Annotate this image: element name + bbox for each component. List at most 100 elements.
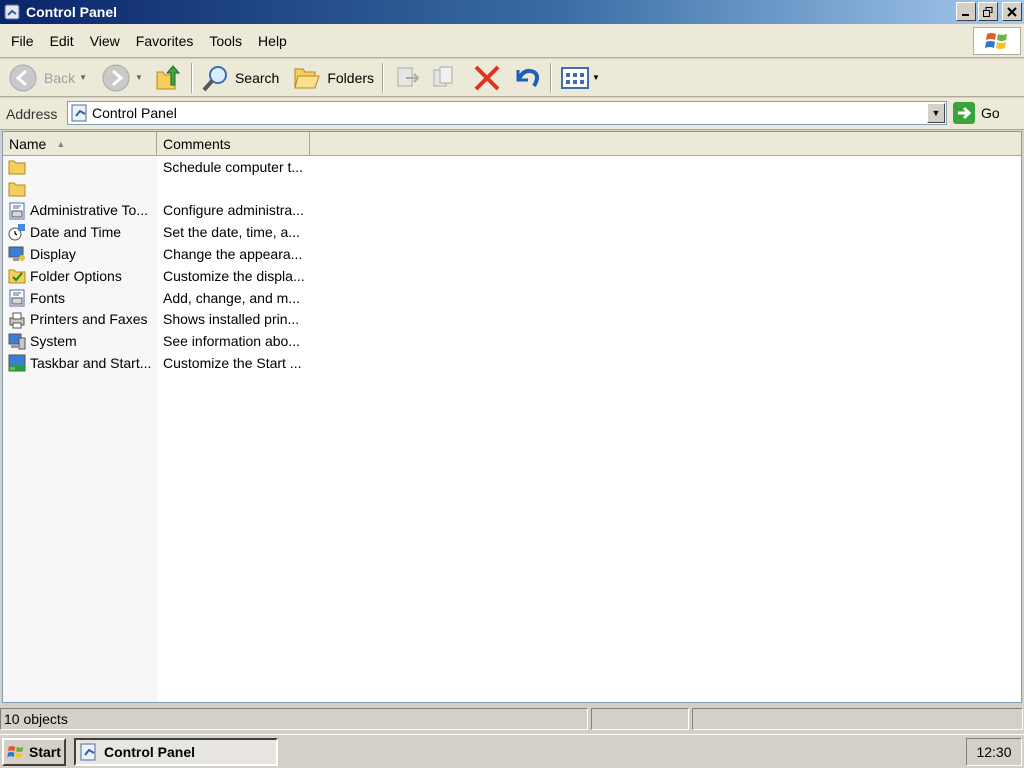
item-comment: Customize the displa...: [163, 267, 305, 284]
column-headers: Name ▲ Comments: [3, 132, 1021, 156]
list-item[interactable]: Date and Time Set the date, time, a...: [3, 221, 1021, 243]
views-dropdown-icon[interactable]: ▼: [592, 73, 600, 82]
toolbar-separator: [550, 62, 553, 93]
printers-icon: [9, 312, 25, 329]
status-pane-2: [591, 708, 689, 730]
taskbar: Start Control Panel 12:30: [0, 734, 1024, 768]
system-tray: 12:30: [966, 738, 1022, 766]
back-dropdown-icon[interactable]: ▼: [79, 73, 87, 82]
item-name: Date and Time: [30, 224, 122, 241]
go-button[interactable]: Go: [953, 101, 1000, 125]
system-icon: [8, 333, 26, 350]
taskbar-icon: [8, 354, 26, 372]
taskbar-window-button[interactable]: Control Panel: [74, 737, 278, 766]
menu-tools[interactable]: Tools: [201, 33, 250, 49]
address-value: Control Panel: [92, 105, 177, 121]
item-name: Taskbar and Start...: [30, 355, 152, 372]
item-name: Display: [30, 246, 76, 263]
search-icon: [202, 65, 227, 91]
date-time-icon: [8, 224, 25, 241]
item-comment: Customize the Start ...: [163, 355, 302, 372]
item-comment: Set the date, time, a...: [163, 224, 300, 241]
menu-view[interactable]: View: [82, 33, 128, 49]
folder-options-icon: [8, 269, 26, 284]
menu-bar: File Edit View Favorites Tools Help: [0, 24, 1024, 58]
window-title: Control Panel: [26, 4, 118, 20]
status-object-count: 10 objects: [0, 708, 588, 730]
list-item[interactable]: Folder Options Customize the displa...: [3, 265, 1021, 287]
menu-file[interactable]: File: [3, 33, 42, 49]
folders-icon: [294, 68, 321, 88]
delete-button[interactable]: [468, 62, 506, 94]
list-item[interactable]: Fonts Add, change, and m...: [3, 287, 1021, 309]
control-panel-icon: [4, 4, 20, 20]
item-comment: Add, change, and m...: [163, 289, 300, 306]
column-header-name-label: Name: [9, 136, 47, 152]
toolbar-separator: [382, 62, 385, 93]
list-item[interactable]: Printers and Faxes Shows installed prin.…: [3, 309, 1021, 331]
item-name: Fonts: [30, 289, 66, 306]
close-button[interactable]: [1002, 2, 1022, 21]
clock[interactable]: 12:30: [976, 744, 1011, 760]
status-bar: 10 objects: [0, 706, 1024, 732]
item-comment: Configure administra...: [163, 202, 304, 219]
item-comment: Change the appeara...: [163, 246, 303, 263]
move-to-icon: [397, 67, 420, 86]
menu-help[interactable]: Help: [250, 33, 295, 49]
forward-button[interactable]: ▼: [97, 62, 147, 94]
control-panel-icon: [71, 104, 87, 122]
restore-icon: [983, 6, 993, 17]
up-button[interactable]: [149, 62, 187, 94]
list-item[interactable]: Display Change the appeara...: [3, 243, 1021, 265]
views-button[interactable]: ▼: [556, 62, 604, 94]
toolbar-separator: [190, 62, 193, 93]
address-dropdown-button[interactable]: ▼: [927, 103, 945, 123]
up-folder-icon: [156, 64, 181, 89]
admin-tools-icon: [9, 202, 25, 220]
copy-to-button[interactable]: [426, 62, 464, 94]
folders-button[interactable]: Folders: [289, 62, 378, 94]
undo-button[interactable]: [508, 62, 546, 94]
back-label: Back: [44, 69, 76, 86]
menu-edit[interactable]: Edit: [42, 33, 82, 49]
start-label: Start: [29, 743, 61, 760]
item-name: System: [30, 333, 77, 350]
back-arrow-icon: [9, 64, 37, 91]
forward-dropdown-icon[interactable]: ▼: [135, 73, 143, 82]
folder-icon: [8, 182, 26, 197]
go-label: Go: [981, 105, 1000, 121]
file-list-view[interactable]: Name ▲ Comments Schedule computer t... A…: [2, 131, 1022, 703]
column-header-comments-label: Comments: [163, 136, 231, 152]
move-to-button[interactable]: [388, 62, 426, 94]
taskbar-window-label: Control Panel: [104, 743, 196, 760]
undo-icon: [516, 68, 540, 87]
folder-icon: [8, 160, 26, 175]
item-comment: See information abo...: [163, 333, 300, 350]
title-bar[interactable]: Control Panel: [0, 0, 1024, 24]
windows-flag-icon: [7, 745, 24, 758]
menu-favorites[interactable]: Favorites: [128, 33, 202, 49]
restore-button[interactable]: [978, 2, 998, 21]
status-count-text: 10 objects: [4, 711, 68, 727]
list-item[interactable]: Administrative To... Configure administr…: [3, 200, 1021, 222]
minimize-button[interactable]: [956, 2, 976, 21]
status-pane-3: [692, 708, 1023, 730]
search-button[interactable]: Search: [197, 62, 283, 94]
sort-ascending-icon: ▲: [56, 139, 66, 149]
column-header-comments[interactable]: Comments: [157, 132, 310, 156]
fonts-icon: [9, 289, 25, 307]
column-header-name[interactable]: Name ▲: [3, 132, 157, 156]
address-bar: Address Control Panel ▼ Go: [0, 98, 1024, 130]
copy-to-icon: [433, 66, 453, 86]
list-item[interactable]: [3, 178, 1021, 200]
list-item[interactable]: System See information abo...: [3, 330, 1021, 352]
display-icon: [8, 246, 25, 262]
list-item[interactable]: Taskbar and Start... Customize the Start…: [3, 352, 1021, 374]
start-button[interactable]: Start: [2, 737, 66, 766]
back-button[interactable]: Back ▼: [4, 62, 91, 94]
item-name: Printers and Faxes: [30, 311, 148, 328]
views-icon: [561, 66, 590, 89]
address-input[interactable]: Control Panel ▼: [67, 101, 947, 125]
list-item[interactable]: Schedule computer t...: [3, 156, 1021, 178]
item-comment: Shows installed prin...: [163, 311, 300, 328]
